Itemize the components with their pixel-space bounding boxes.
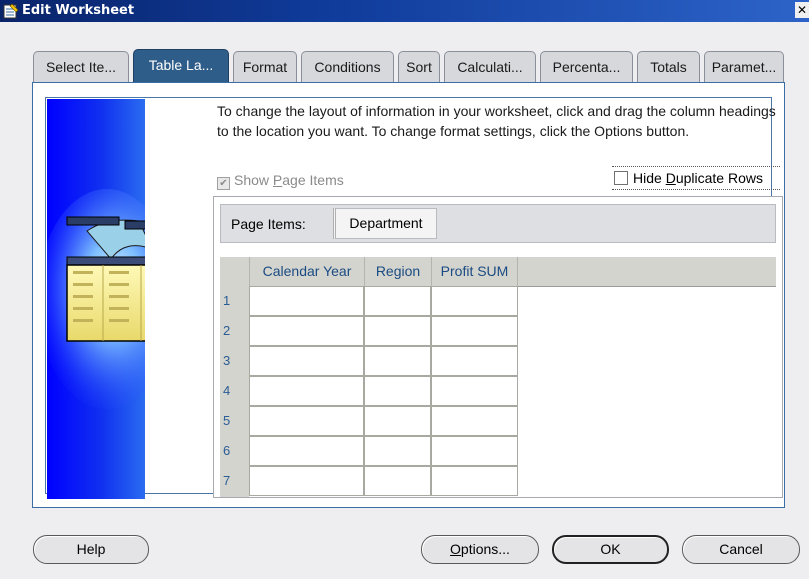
show-page-items-checkbox[interactable]: ✔ Show Page Items (217, 172, 344, 190)
window-title: Edit Worksheet (22, 3, 135, 18)
options-mnemonic: O (450, 541, 461, 557)
hide-duplicate-rows-checkbox[interactable]: Hide Duplicate Rows (612, 166, 780, 190)
row-number: 5 (223, 413, 231, 428)
cancel-button[interactable]: Cancel (682, 535, 800, 564)
checkmark-icon: ✔ (217, 177, 230, 190)
tab-calculations[interactable]: Calculati... (444, 51, 536, 82)
grid-cell (431, 466, 518, 496)
hide-dup-label-post: uplicate Rows (675, 170, 763, 186)
page-items-bar: Page Items: Department (220, 204, 776, 243)
tab-table-layout[interactable]: Table La... (133, 49, 229, 84)
grid-cell (364, 286, 431, 316)
title-bar: Edit Worksheet ✕ (0, 0, 809, 22)
hide-dup-label-mnemonic: D (665, 170, 676, 186)
page-item-department[interactable]: Department (333, 208, 437, 239)
grid-cell (364, 376, 431, 406)
grid-cell (364, 406, 431, 436)
table-layout-area: Page Items: Department Calendar Year Reg… (213, 196, 783, 498)
grid-cell (249, 436, 364, 466)
grid-cell (249, 346, 364, 376)
row-number: 4 (223, 383, 231, 398)
grid-cell (431, 346, 518, 376)
worksheet-illustration (47, 99, 145, 499)
grid-cell (431, 436, 518, 466)
column-header-region[interactable]: Region (364, 257, 431, 286)
grid-cell (249, 316, 364, 346)
hide-dup-label-pre: Hide (633, 170, 666, 186)
tab-format[interactable]: Format (233, 51, 297, 82)
tab-parameters[interactable]: Paramet... (704, 51, 784, 82)
options-button[interactable]: Options... (421, 535, 539, 564)
ok-button[interactable]: OK (552, 535, 669, 564)
tab-sort[interactable]: Sort (398, 51, 440, 82)
grid-cell (249, 466, 364, 496)
close-icon[interactable]: ✕ (795, 2, 809, 18)
column-header-profit-sum[interactable]: Profit SUM (431, 257, 518, 286)
row-number: 2 (223, 323, 231, 338)
options-label: ptions... (460, 541, 510, 557)
worksheet-icon (3, 3, 19, 19)
tab-totals[interactable]: Totals (637, 51, 700, 82)
page-items-label: Page Items: (231, 216, 306, 232)
help-button[interactable]: Help (33, 535, 149, 564)
grid-cell (364, 346, 431, 376)
grid-cell (431, 286, 518, 316)
grid-cell (249, 286, 364, 316)
show-page-items-label-post: age Items (282, 172, 344, 188)
tab-conditions[interactable]: Conditions (301, 51, 394, 82)
grid-cell (364, 466, 431, 496)
show-page-items-label-mnemonic: P (272, 172, 283, 188)
grid-cell (431, 406, 518, 436)
instructions-text: To change the layout of information in y… (217, 103, 776, 139)
grid-cell (431, 376, 518, 406)
grid-cell (431, 316, 518, 346)
grid-cell (249, 406, 364, 436)
grid-cell (249, 376, 364, 406)
checkbox-box (614, 171, 628, 185)
grid-cell (364, 316, 431, 346)
row-number: 6 (223, 443, 231, 458)
show-page-items-label-pre: Show (234, 172, 273, 188)
grid-cell (364, 436, 431, 466)
layout-grid: Calendar Year Region Profit SUM 1 2 3 4 … (220, 257, 776, 497)
row-number: 1 (223, 293, 231, 308)
row-number: 3 (223, 353, 231, 368)
tab-percentages[interactable]: Percenta... (540, 51, 633, 82)
row-number: 7 (223, 473, 231, 488)
column-header-calendar-year[interactable]: Calendar Year (249, 257, 364, 286)
tab-select-items[interactable]: Select Ite... (33, 51, 129, 82)
